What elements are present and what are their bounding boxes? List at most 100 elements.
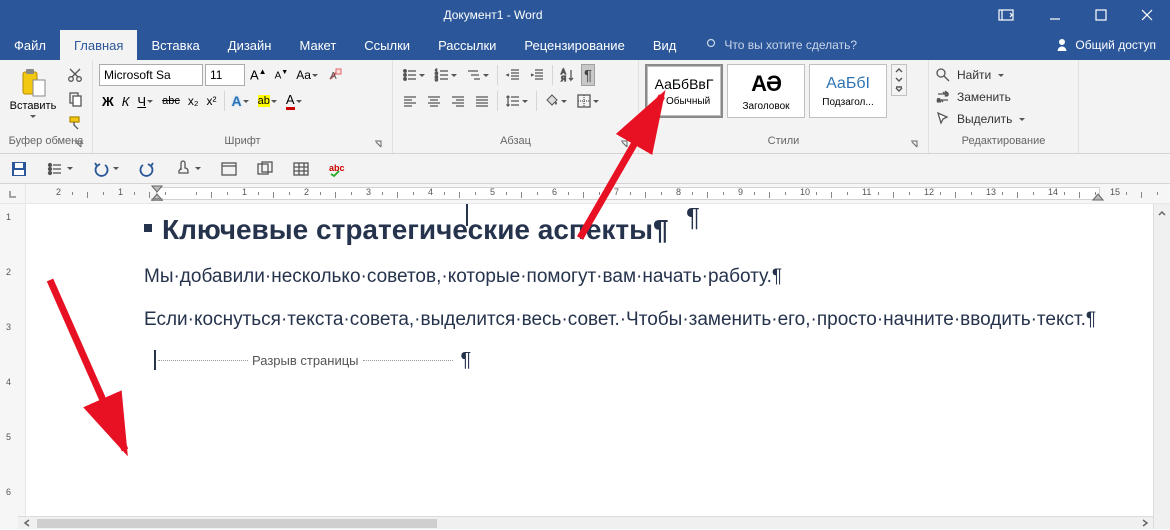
maximize-button[interactable] [1078, 0, 1124, 30]
first-line-indent-marker[interactable] [151, 185, 163, 203]
line-spacing-button[interactable] [502, 90, 532, 112]
highlight-button[interactable]: ab [255, 90, 281, 112]
styles-down-button[interactable] [892, 75, 906, 85]
group-font: A▲ A▼ Aa A Ж К Ч abc x₂ x² A ab A Шрифт [93, 60, 393, 153]
text-effects-button[interactable]: A [229, 90, 253, 112]
increase-indent-button[interactable] [526, 64, 548, 86]
qat-bullets-button[interactable] [46, 160, 74, 178]
tab-insert[interactable]: Вставка [137, 30, 213, 60]
subscript-button[interactable]: x₂ [185, 90, 202, 112]
italic-button[interactable]: К [119, 90, 133, 112]
vertical-ruler[interactable]: 123456 [0, 204, 26, 529]
sort-button[interactable]: AЯ [557, 64, 579, 86]
tab-design[interactable]: Дизайн [214, 30, 286, 60]
horizontal-scrollbar[interactable] [18, 516, 1153, 529]
svg-text:abc: abc [329, 163, 345, 173]
style-heading[interactable]: АƏ Заголовок [727, 64, 805, 118]
minimize-button[interactable] [1032, 0, 1078, 30]
qat-spelling-button[interactable]: abc [328, 160, 346, 178]
shading-button[interactable] [541, 90, 571, 112]
cut-button[interactable] [64, 64, 86, 86]
bold-button[interactable]: Ж [99, 90, 117, 112]
shrink-font-button[interactable]: A▼ [272, 64, 292, 86]
clear-formatting-button[interactable]: A [324, 64, 346, 86]
grow-font-button[interactable]: A▲ [247, 64, 270, 86]
close-button[interactable] [1124, 0, 1170, 30]
font-color-button[interactable]: A [283, 90, 306, 112]
styles-launcher[interactable] [908, 138, 920, 150]
v-ruler-tick: 1 [6, 212, 11, 222]
copy-button[interactable] [64, 88, 86, 110]
superscript-button[interactable]: x² [204, 90, 220, 112]
tell-me-search[interactable]: Что вы хотите сделать? [704, 30, 857, 60]
replace-button[interactable]: ab Заменить [935, 86, 1011, 108]
group-editing-label: Редактирование [962, 135, 1046, 147]
horizontal-ruler[interactable]: 21123456789101112131415 [26, 184, 1170, 203]
group-styles-label: Стили [768, 135, 800, 147]
font-size-combo[interactable] [205, 64, 245, 86]
scroll-up-button[interactable] [1154, 204, 1170, 221]
vertical-scrollbar[interactable] [1153, 204, 1170, 529]
tab-mailings[interactable]: Рассылки [424, 30, 510, 60]
change-case-button[interactable]: Aa [293, 64, 322, 86]
strikethrough-button[interactable]: abc [159, 90, 183, 112]
h-ruler-tick: 11 [862, 187, 871, 197]
underline-button[interactable]: Ч [134, 90, 157, 112]
group-clipboard: Вставить Буфер обмена [0, 60, 93, 153]
qat-save-button[interactable] [10, 160, 28, 178]
paragraph-launcher[interactable] [618, 138, 630, 150]
hscroll-thumb[interactable] [37, 519, 437, 528]
styles-more-button[interactable] [892, 85, 906, 95]
align-center-button[interactable] [423, 90, 445, 112]
h-ruler-tick: 1 [242, 187, 247, 197]
numbering-button[interactable]: 123 [431, 64, 461, 86]
scroll-right-button[interactable] [1136, 517, 1153, 530]
doc-paragraph-1: Мы·добавили·несколько·советов,·которые·п… [144, 262, 1130, 291]
justify-button[interactable] [471, 90, 493, 112]
show-hide-marks-button[interactable]: ¶ [581, 64, 595, 86]
h-ruler-tick: 5 [490, 187, 495, 197]
tab-layout[interactable]: Макет [285, 30, 350, 60]
qat-window2-button[interactable] [256, 160, 274, 178]
qat-touch-mode-button[interactable] [174, 160, 202, 178]
find-button[interactable]: Найти [935, 64, 1005, 86]
group-paragraph-label: Абзац [500, 135, 531, 147]
share-button[interactable]: Общий доступ [1041, 30, 1170, 60]
format-painter-button[interactable] [64, 112, 86, 134]
svg-text:a: a [937, 98, 941, 104]
font-name-combo[interactable] [99, 64, 203, 86]
styles-gallery-nav[interactable] [891, 64, 907, 96]
tab-home[interactable]: Главная [60, 30, 137, 60]
scroll-left-button[interactable] [18, 517, 35, 530]
qat-redo-button[interactable] [138, 160, 156, 178]
bullets-button[interactable] [399, 64, 429, 86]
multilevel-list-button[interactable] [463, 64, 493, 86]
qat-undo-button[interactable] [92, 160, 120, 178]
tab-file[interactable]: Файл [0, 30, 60, 60]
doc-heading: Ключевые стратегические аспекты¶ [144, 214, 1130, 246]
ribbon: Вставить Буфер обмена A▲ A▼ Aa A Ж [0, 60, 1170, 154]
qat-window1-button[interactable] [220, 160, 238, 178]
style-normal[interactable]: АаБбВвГ ¶ Обычный [645, 64, 723, 118]
tab-references[interactable]: Ссылки [350, 30, 424, 60]
document-page[interactable]: ¶ Ключевые стратегические аспекты¶ Мы·до… [26, 204, 1170, 529]
borders-button[interactable] [573, 90, 603, 112]
paste-button[interactable]: Вставить [6, 64, 60, 124]
qat-table-button[interactable] [292, 160, 310, 178]
tab-view[interactable]: Вид [639, 30, 691, 60]
style-subheading[interactable]: АаБбІ Подзагол... [809, 64, 887, 118]
font-launcher[interactable] [372, 138, 384, 150]
select-button[interactable]: Выделить [935, 108, 1026, 130]
styles-up-button[interactable] [892, 65, 906, 75]
page-break-label: Разрыв страницы [248, 353, 363, 368]
align-right-button[interactable] [447, 90, 469, 112]
style-subheading-label: Подзагол... [822, 97, 873, 108]
ribbon-display-options-button[interactable] [986, 9, 1026, 21]
tab-review[interactable]: Рецензирование [510, 30, 638, 60]
v-ruler-tick: 5 [6, 432, 11, 442]
align-left-button[interactable] [399, 90, 421, 112]
h-ruler-tick: 1 [118, 187, 123, 197]
tab-selector[interactable] [0, 184, 26, 203]
clipboard-launcher[interactable] [72, 138, 84, 150]
decrease-indent-button[interactable] [502, 64, 524, 86]
